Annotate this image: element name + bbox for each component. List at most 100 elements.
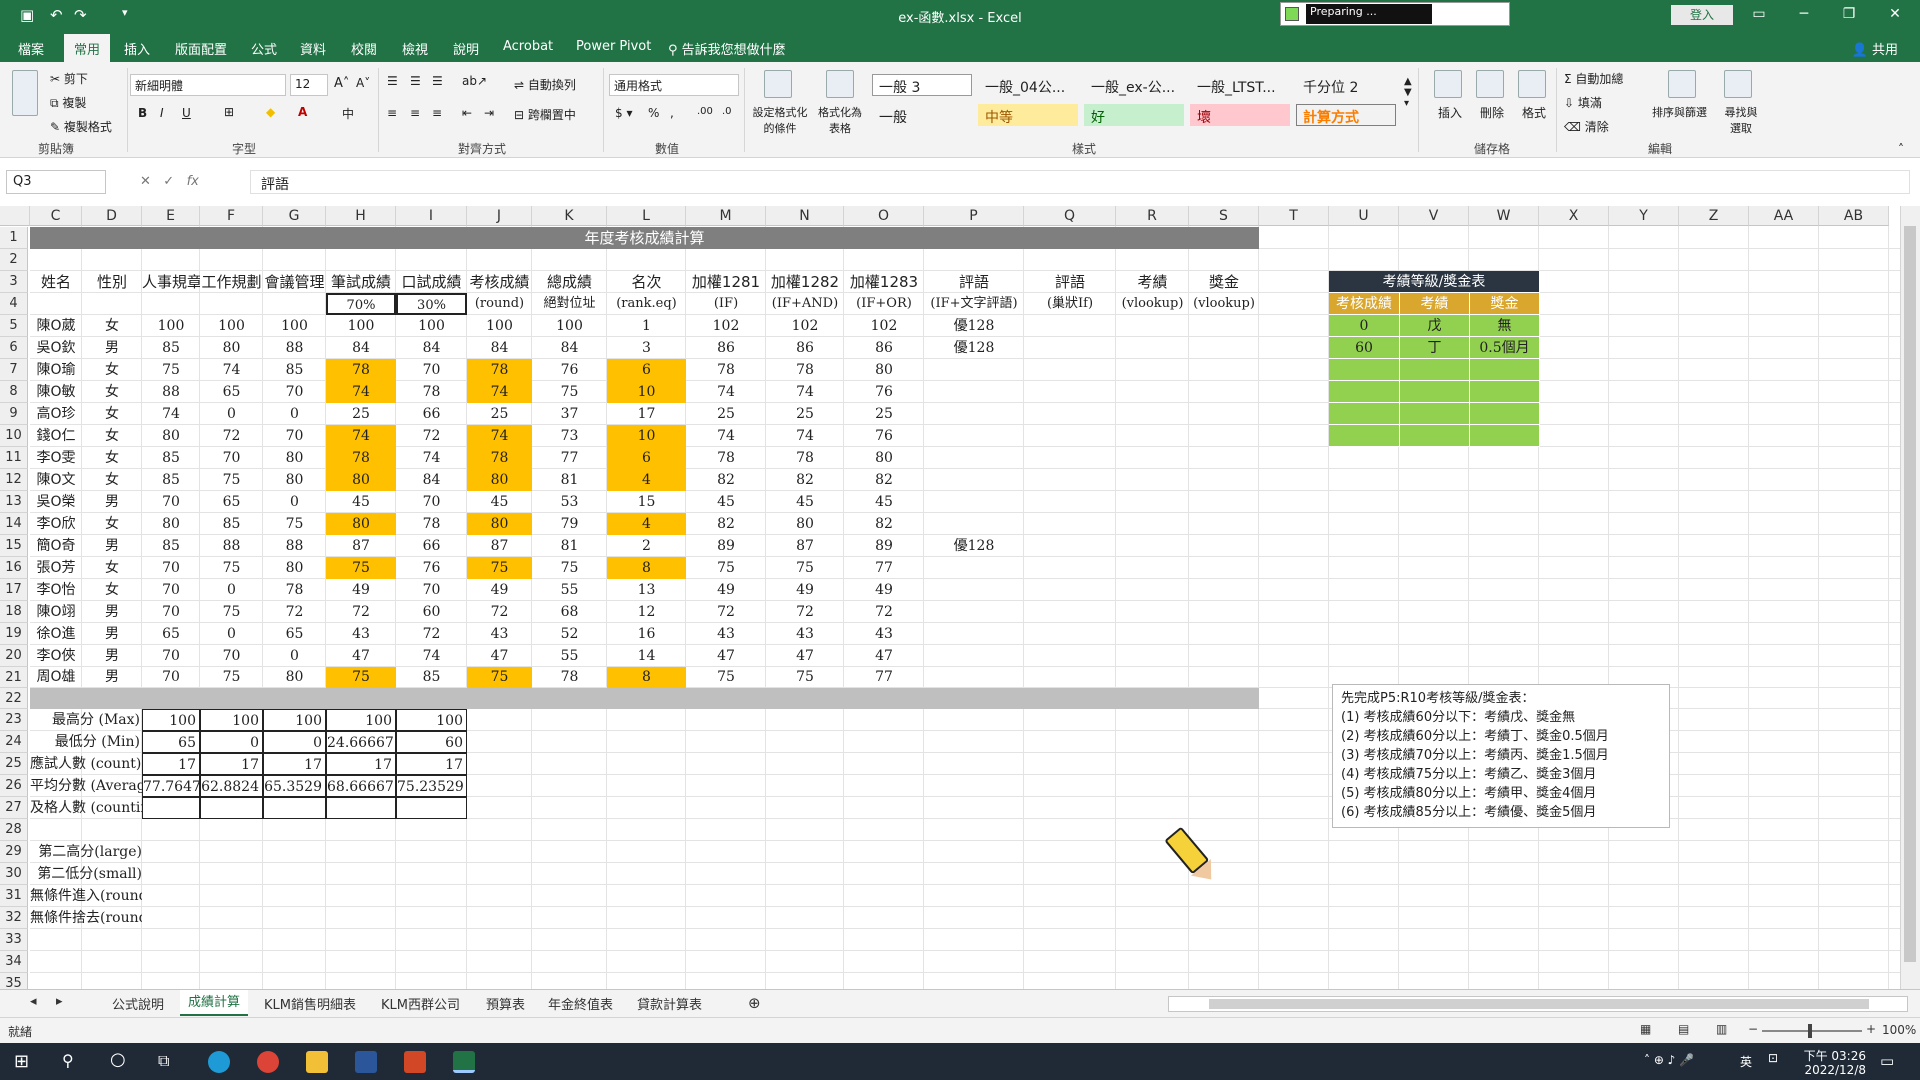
header-cell[interactable]: 總成績 — [532, 271, 607, 293]
style-bad[interactable]: 壞 — [1190, 104, 1290, 126]
fx-icon[interactable]: ✕ ✓ fx — [140, 174, 199, 189]
score-cell[interactable]: 72 — [396, 623, 467, 645]
score-cell[interactable]: 3 — [607, 337, 686, 359]
score-cell[interactable]: 1 — [607, 315, 686, 337]
column-header[interactable]: O — [844, 206, 924, 226]
score-cell[interactable]: 72 — [396, 425, 467, 447]
stat-value[interactable]: 100 — [142, 709, 200, 731]
score-cell[interactable]: 78 — [326, 447, 396, 469]
autosum-button[interactable]: Σ 自動加總 — [1564, 70, 1623, 87]
column-header[interactable]: J — [467, 206, 532, 226]
bold-icon[interactable]: B — [138, 106, 147, 120]
stat-label[interactable]: 最高分 (Max) — [30, 709, 142, 731]
score-cell[interactable]: 74 — [686, 381, 766, 403]
score-cell[interactable]: 74 — [396, 447, 467, 469]
tab-power-pivot[interactable]: Power Pivot — [576, 39, 651, 54]
stat-value[interactable]: 0 — [200, 731, 263, 753]
header-cell[interactable]: 加權1282 — [766, 271, 844, 293]
notification-icon[interactable]: ▭ — [1880, 1052, 1894, 1070]
shrink-font-icon[interactable]: A˅ — [356, 76, 370, 90]
score-cell[interactable]: 85 — [142, 447, 200, 469]
score-cell[interactable]: 47 — [326, 645, 396, 667]
row-header[interactable]: 2 — [0, 249, 28, 271]
row-header[interactable]: 20 — [0, 645, 28, 667]
score-cell[interactable]: 100 — [532, 315, 607, 337]
score-cell[interactable]: 70 — [396, 359, 467, 381]
stat-value[interactable]: 0 — [263, 731, 326, 753]
score-cell[interactable]: 43 — [686, 623, 766, 645]
sheet-tab-annuity[interactable]: 年金終值表 — [548, 994, 613, 1013]
column-header[interactable]: G — [263, 206, 326, 226]
score-cell[interactable]: 70 — [142, 645, 200, 667]
style-normal-ex[interactable]: 一般_ex-公... — [1084, 74, 1190, 96]
align-right-icon[interactable]: ≡ — [432, 106, 442, 120]
grade-table-header[interactable]: 考績 — [1400, 293, 1470, 315]
column-header[interactable]: H — [326, 206, 396, 226]
comment-cell[interactable]: 優128 — [924, 337, 1024, 359]
row-header[interactable]: 34 — [0, 951, 28, 973]
score-cell[interactable]: 6 — [607, 447, 686, 469]
score-cell[interactable]: 男 — [82, 623, 142, 645]
score-cell[interactable]: 86 — [686, 337, 766, 359]
header-cell[interactable]: 獎金 — [1189, 271, 1259, 293]
name-cell[interactable]: 陳O文 — [30, 469, 82, 491]
grow-font-icon[interactable]: A˄ — [334, 76, 349, 91]
score-cell[interactable]: 60 — [396, 601, 467, 623]
score-cell[interactable]: 82 — [686, 513, 766, 535]
ime-mode-icon[interactable]: ⊡ — [1768, 1051, 1778, 1065]
score-cell[interactable]: 14 — [607, 645, 686, 667]
score-cell[interactable]: 80 — [263, 469, 326, 491]
score-cell[interactable]: 70 — [142, 601, 200, 623]
formula-input[interactable]: 評語 — [250, 170, 1910, 194]
score-cell[interactable]: 80 — [263, 667, 326, 688]
score-cell[interactable]: 76 — [844, 381, 924, 403]
score-cell[interactable]: 15 — [607, 491, 686, 513]
border-icon[interactable]: ⊞ — [224, 105, 234, 119]
score-cell[interactable]: 47 — [686, 645, 766, 667]
row-header[interactable]: 3 — [0, 271, 28, 293]
score-cell[interactable]: 85 — [200, 513, 263, 535]
header-cell[interactable]: 考核成績 — [467, 271, 532, 293]
align-bottom-icon[interactable]: ☰ — [432, 74, 443, 88]
score-cell[interactable]: 78 — [396, 513, 467, 535]
score-cell[interactable]: 0 — [263, 645, 326, 667]
chrome-icon[interactable] — [257, 1051, 279, 1073]
score-cell[interactable]: 0 — [200, 579, 263, 601]
score-cell[interactable]: 25 — [467, 403, 532, 425]
score-cell[interactable]: 75 — [532, 381, 607, 403]
row-header[interactable]: 9 — [0, 403, 28, 425]
stat-label[interactable]: 及格人數 (countif) — [30, 797, 142, 819]
score-cell[interactable]: 2 — [607, 535, 686, 557]
score-cell[interactable]: 66 — [396, 535, 467, 557]
name-cell[interactable]: 陳O瑜 — [30, 359, 82, 381]
column-header[interactable]: K — [532, 206, 607, 226]
extra-label[interactable]: 無條件捨去(rounddown) — [30, 907, 142, 929]
score-cell[interactable]: 75 — [200, 557, 263, 579]
orientation-icon[interactable]: ab↗ — [462, 74, 487, 88]
sheet-tab-formula-info[interactable]: 公式說明 — [112, 994, 164, 1013]
stat-value[interactable]: 62.8824 — [200, 775, 263, 797]
row-header[interactable]: 30 — [0, 863, 28, 885]
score-cell[interactable]: 100 — [326, 315, 396, 337]
grade-table-cell[interactable] — [1470, 425, 1540, 447]
comment-cell[interactable] — [924, 645, 1024, 667]
grade-table-cell[interactable] — [1400, 425, 1470, 447]
score-cell[interactable]: 80 — [326, 469, 396, 491]
score-cell[interactable]: 82 — [686, 469, 766, 491]
grade-table-cell[interactable] — [1400, 403, 1470, 425]
score-cell[interactable]: 75 — [326, 667, 396, 688]
score-cell[interactable]: 78 — [396, 381, 467, 403]
share-button[interactable]: 👤 共用 — [1852, 39, 1898, 58]
score-cell[interactable]: 45 — [467, 491, 532, 513]
start-icon[interactable]: ⊞ — [14, 1051, 29, 1072]
score-cell[interactable]: 74 — [766, 381, 844, 403]
sheet-tab-klm-sales[interactable]: KLM銷售明細表 — [264, 994, 356, 1013]
percent-icon[interactable]: % — [648, 106, 659, 120]
score-cell[interactable]: 女 — [82, 447, 142, 469]
column-header[interactable]: E — [142, 206, 200, 226]
style-neutral[interactable]: 中等 — [978, 104, 1078, 126]
name-cell[interactable]: 高O珍 — [30, 403, 82, 425]
delete-cells-icon[interactable] — [1476, 70, 1504, 98]
score-cell[interactable]: 81 — [532, 469, 607, 491]
score-cell[interactable]: 8 — [607, 557, 686, 579]
